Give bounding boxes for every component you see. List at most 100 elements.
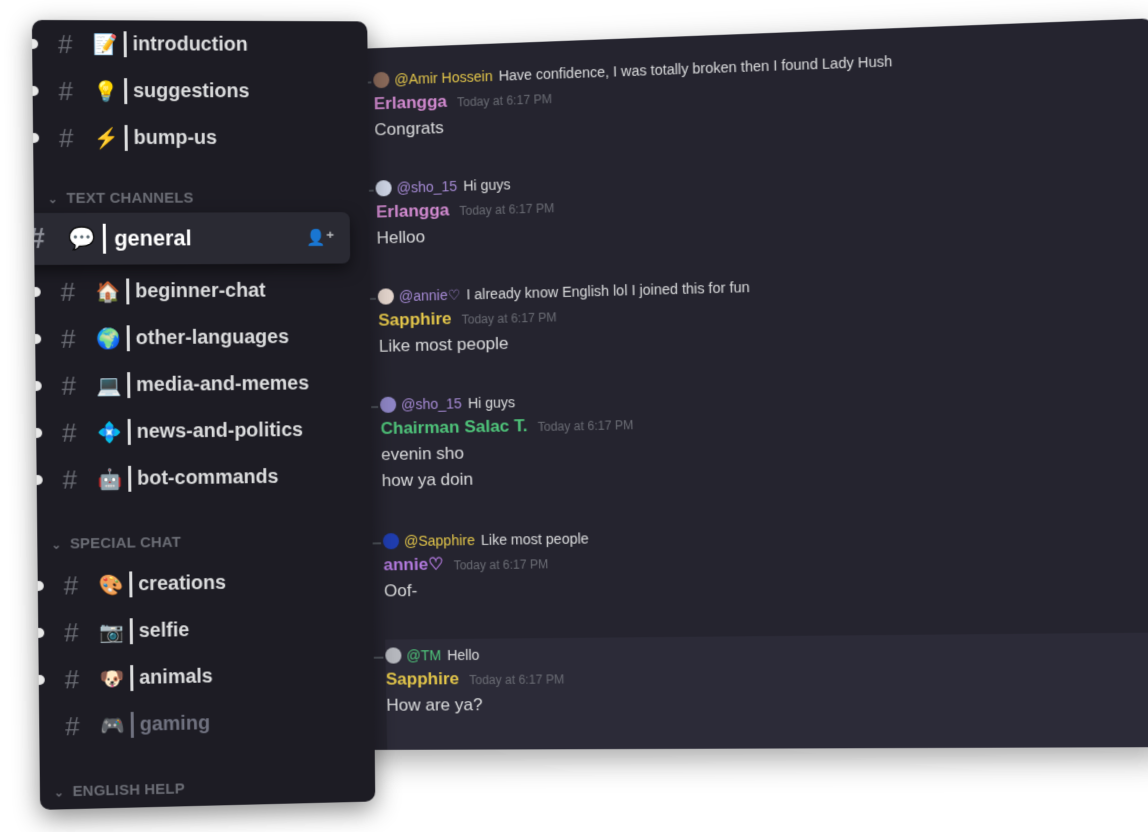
channel-media-and-memes[interactable]: # 💻 media-and-memes bbox=[35, 362, 309, 408]
channel-general-active[interactable]: # 💬 general 👤⁺ bbox=[32, 212, 350, 265]
reply-username[interactable]: @sho_15 bbox=[396, 178, 457, 196]
channel-name: beginner-chat bbox=[135, 279, 266, 303]
channel-name: bot-commands bbox=[137, 465, 279, 490]
hash-icon: # bbox=[59, 122, 95, 153]
message-timestamp: Today at 6:17 PM bbox=[457, 92, 552, 109]
hash-icon: # bbox=[58, 29, 94, 60]
channel-other-languages[interactable]: # 🌍 other-languages bbox=[35, 315, 289, 361]
reply-avatar bbox=[378, 288, 394, 304]
channel-name: creations bbox=[138, 571, 226, 595]
reply-username[interactable]: @annie♡ bbox=[399, 286, 461, 305]
channel-name: bump-us bbox=[133, 127, 217, 150]
message-timestamp: Today at 6:17 PM bbox=[459, 201, 554, 218]
lightning-icon: ⚡ bbox=[95, 126, 119, 150]
category-english-help[interactable]: ⌄ ENGLISH HELP bbox=[54, 780, 185, 800]
message-author[interactable]: Erlangga bbox=[374, 92, 448, 115]
hash-icon: # bbox=[64, 569, 100, 601]
channel-news-and-politics[interactable]: # 💠 news-and-politics bbox=[36, 408, 303, 455]
message-author[interactable]: Sapphire bbox=[378, 309, 452, 331]
category-label: SPECIAL CHAT bbox=[70, 534, 181, 553]
channel-bump-us[interactable]: # ⚡ bump-us bbox=[33, 116, 217, 160]
lightbulb-icon: 💡 bbox=[94, 79, 118, 103]
message-author[interactable]: Sapphire bbox=[386, 669, 460, 690]
unread-indicator bbox=[38, 628, 44, 638]
unread-indicator bbox=[36, 428, 42, 438]
message-timestamp: Today at 6:17 PM bbox=[462, 310, 557, 326]
message[interactable]: @annie♡ I already know English lol I joi… bbox=[378, 266, 1148, 357]
channel-selfie[interactable]: # 📷 selfie bbox=[38, 608, 190, 655]
category-special-chat[interactable]: ⌄ SPECIAL CHAT bbox=[51, 534, 181, 553]
channel-animals[interactable]: # 🐶 animals bbox=[39, 655, 214, 702]
channel-name: introduction bbox=[133, 33, 248, 56]
message-timestamp: Today at 6:17 PM bbox=[538, 418, 634, 434]
channel-sidebar: # 📝 introduction # 💡 suggestions # ⚡ bum… bbox=[32, 20, 375, 810]
chevron-down-icon: ⌄ bbox=[51, 538, 61, 552]
reply-username[interactable]: @TM bbox=[406, 647, 441, 663]
unread-indicator bbox=[33, 133, 39, 143]
reply-avatar bbox=[373, 72, 389, 89]
reply-reference[interactable]: @TM Hello bbox=[385, 639, 1148, 666]
message[interactable]: @Amir Hossein Have confidence, I was tot… bbox=[373, 41, 1148, 140]
reply-avatar bbox=[375, 180, 391, 197]
laptop-icon: 💻 bbox=[97, 373, 121, 397]
message[interactable]: @sho_15 Hi guys Chairman Salac T. Today … bbox=[380, 378, 1148, 491]
unread-indicator bbox=[36, 381, 42, 391]
reply-text: Like most people bbox=[481, 530, 589, 548]
reply-text: I already know English lol I joined this… bbox=[466, 279, 750, 303]
unread-indicator bbox=[32, 39, 38, 49]
house-icon: 🏠 bbox=[96, 280, 120, 304]
channel-name: animals bbox=[139, 665, 213, 689]
channel-name: selfie bbox=[139, 619, 190, 643]
message-content: Oof- bbox=[384, 572, 1148, 601]
message[interactable]: @sho_15 Hi guys Erlangga Today at 6:17 P… bbox=[375, 154, 1148, 249]
add-member-icon[interactable]: 👤⁺ bbox=[307, 228, 335, 248]
unread-indicator bbox=[35, 334, 41, 344]
reply-avatar bbox=[380, 397, 396, 413]
chevron-down-icon: ⌄ bbox=[54, 785, 64, 799]
hash-icon: # bbox=[61, 370, 97, 401]
unread-indicator bbox=[38, 581, 44, 591]
message-author[interactable]: Chairman Salac T. bbox=[380, 416, 527, 439]
channel-gaming[interactable]: # 🎮 gaming bbox=[39, 701, 210, 749]
channel-name: general bbox=[114, 225, 192, 251]
chevron-down-icon: ⌄ bbox=[48, 192, 58, 206]
hash-icon: # bbox=[58, 76, 94, 107]
channel-bot-commands[interactable]: # 🤖 bot-commands bbox=[36, 455, 278, 502]
channel-beginner-chat[interactable]: # 🏠 beginner-chat bbox=[34, 269, 265, 314]
diamond-icon: 💠 bbox=[98, 420, 122, 444]
message-timestamp: Today at 6:17 PM bbox=[453, 557, 548, 572]
unread-indicator bbox=[35, 287, 41, 297]
reply-avatar bbox=[385, 647, 401, 663]
reply-username[interactable]: @sho_15 bbox=[401, 395, 462, 412]
memo-icon: 📝 bbox=[94, 32, 118, 56]
reply-username[interactable]: @Amir Hossein bbox=[394, 68, 493, 88]
category-text-channels[interactable]: ⌄ TEXT CHANNELS bbox=[48, 190, 194, 207]
message-author[interactable]: Erlangga bbox=[376, 200, 450, 222]
channel-suggestions[interactable]: # 💡 suggestions bbox=[32, 69, 249, 113]
hash-icon: # bbox=[60, 276, 96, 307]
reply-text: Hi guys bbox=[463, 176, 511, 194]
message-content: How are ya? bbox=[386, 691, 1148, 716]
globe-icon: 🌍 bbox=[97, 326, 121, 350]
message[interactable]: @Sapphire Like most people annie♡ Today … bbox=[383, 520, 1148, 601]
hash-icon: # bbox=[62, 417, 98, 448]
message-timestamp: Today at 6:17 PM bbox=[469, 672, 564, 687]
speech-bubble-icon: 💬 bbox=[68, 226, 96, 252]
reply-username[interactable]: @Sapphire bbox=[404, 532, 475, 549]
channel-name: media-and-memes bbox=[136, 372, 309, 396]
unread-indicator bbox=[33, 86, 39, 96]
hash-icon: # bbox=[64, 616, 100, 648]
reply-avatar bbox=[383, 533, 399, 549]
channel-creations[interactable]: # 🎨 creations bbox=[38, 561, 227, 608]
chat-messages-panel: @Amir Hossein Have confidence, I was tot… bbox=[323, 18, 1148, 750]
reply-text: Hello bbox=[447, 647, 480, 663]
channel-name: gaming bbox=[140, 712, 211, 736]
message-author[interactable]: annie♡ bbox=[383, 555, 443, 576]
hash-icon: # bbox=[32, 222, 68, 256]
unread-indicator bbox=[39, 675, 45, 685]
palette-icon: 🎨 bbox=[99, 573, 123, 597]
game-icon: 🎮 bbox=[101, 713, 125, 737]
channel-introduction[interactable]: # 📝 introduction bbox=[32, 22, 248, 67]
message-highlighted[interactable]: @TM Hello Sapphire Today at 6:17 PM How … bbox=[385, 633, 1148, 751]
category-label: ENGLISH HELP bbox=[72, 780, 184, 800]
